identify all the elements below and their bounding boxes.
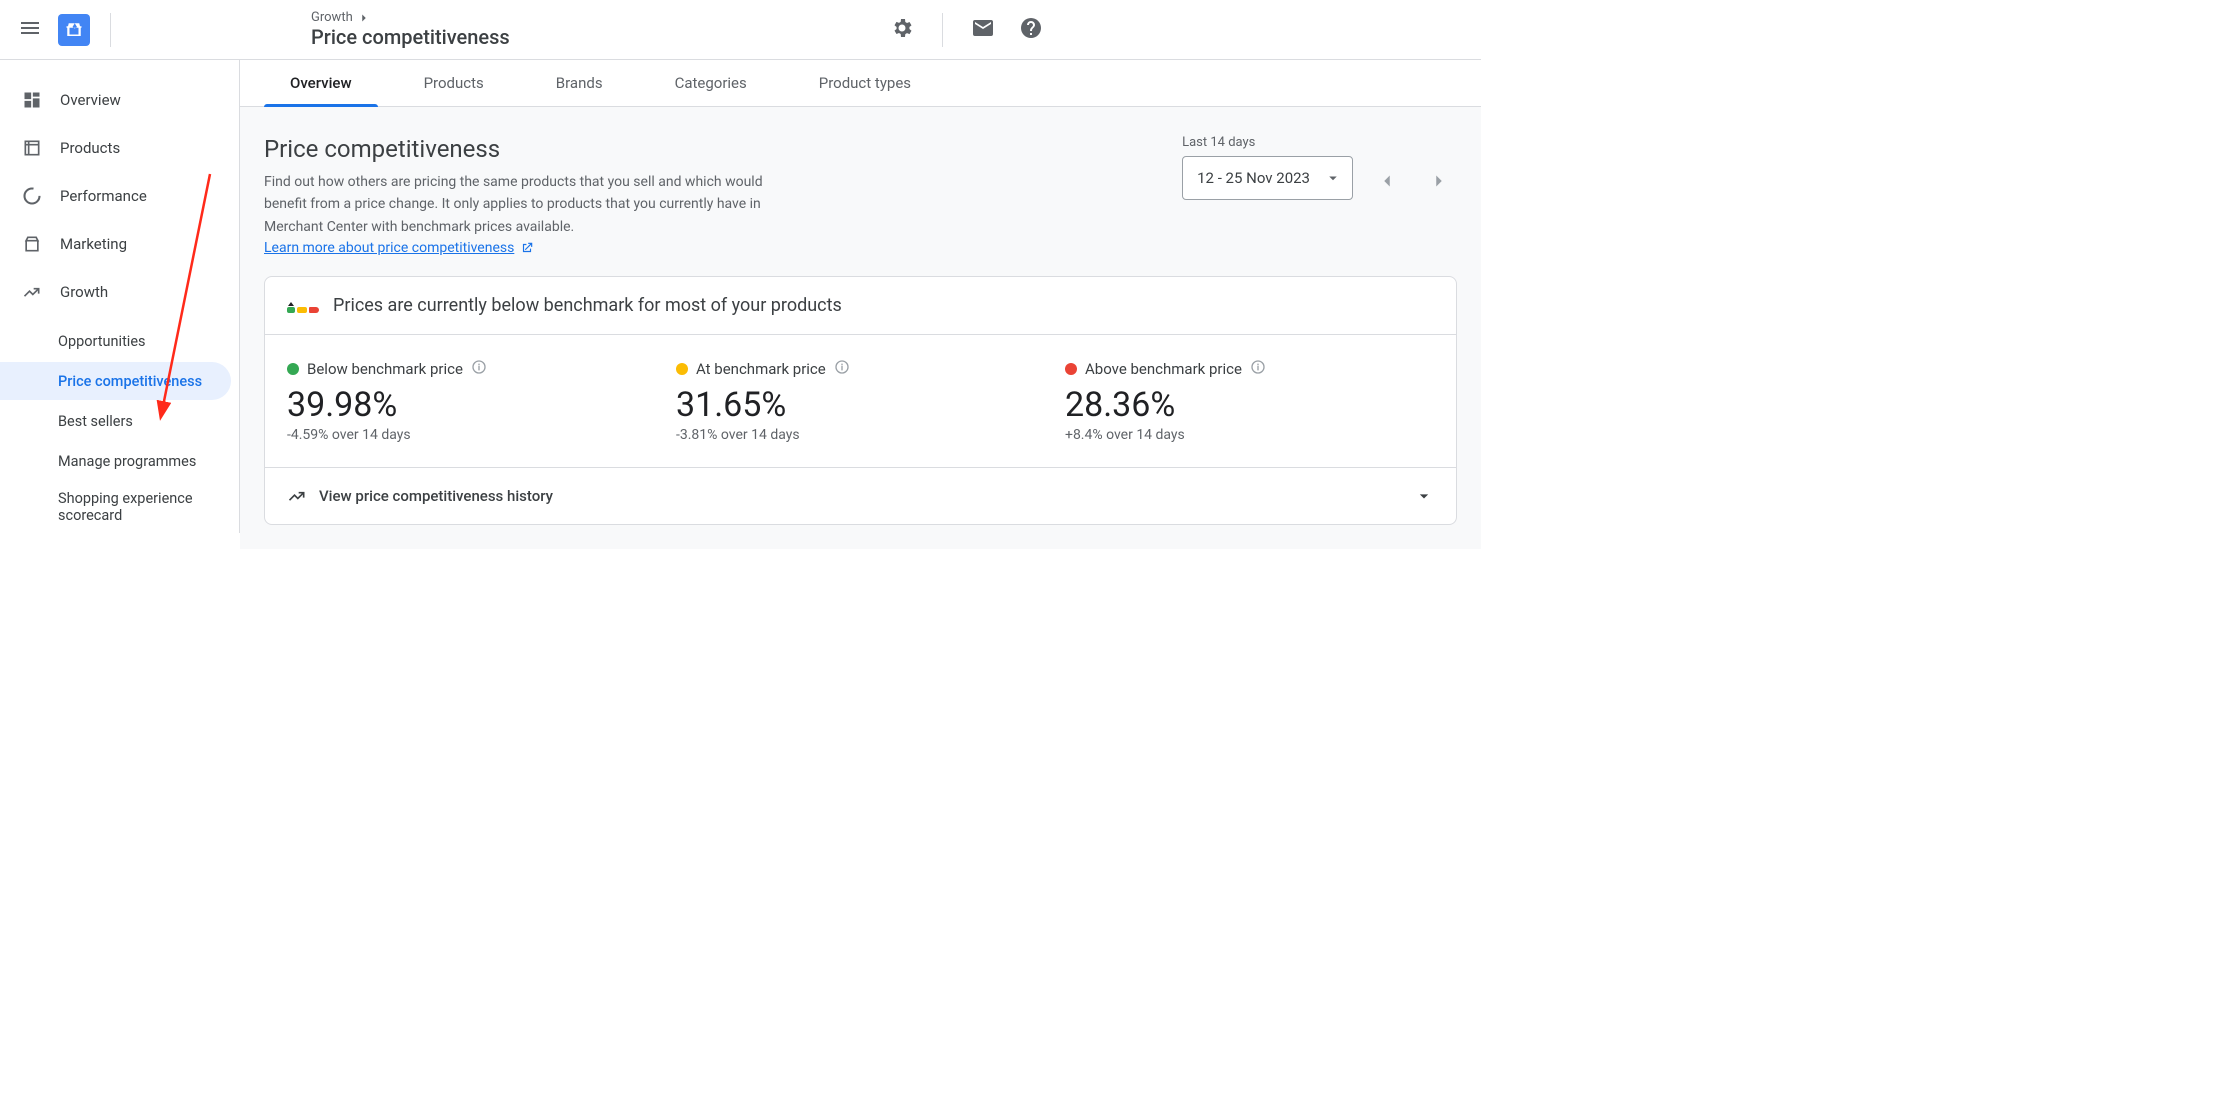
status-dot-red: [1065, 363, 1077, 375]
page-title: Price competitiveness: [264, 135, 784, 163]
info-icon[interactable]: [834, 359, 850, 379]
sidebar-item-label: Performance: [60, 187, 147, 205]
sidebar-item-label: Shopping experience scorecard: [58, 490, 231, 525]
sidebar-item-marketing[interactable]: Marketing: [0, 220, 239, 268]
view-history-toggle[interactable]: View price competitiveness history: [265, 467, 1456, 524]
metric-value: 31.65%: [676, 385, 1045, 425]
sidebar-item-growth[interactable]: Growth: [0, 268, 239, 316]
sidebar-item-label: Growth: [60, 283, 108, 301]
sidebar-item-overview[interactable]: Overview: [0, 76, 239, 124]
sidebar-sub-shopping-scorecard[interactable]: Shopping experience scorecard: [0, 482, 231, 533]
sidebar-item-label: Marketing: [60, 235, 127, 253]
view-history-label: View price competitiveness history: [319, 487, 553, 505]
dropdown-triangle-icon: [1324, 169, 1342, 187]
learn-more-label: Learn more about price competitiveness: [264, 240, 514, 256]
benchmark-headline: Prices are currently below benchmark for…: [333, 295, 842, 316]
date-range-value: 12 - 25 Nov 2023: [1197, 169, 1310, 187]
sidebar-sub-best-sellers[interactable]: Best sellers: [0, 402, 231, 440]
sidebar-item-label: Overview: [60, 91, 121, 109]
status-dot-yellow: [676, 363, 688, 375]
sidebar-item-label: Best sellers: [58, 413, 133, 430]
sidebar-item-label: Products: [60, 139, 120, 157]
sidebar: Overview Products Performance Marketing …: [0, 60, 240, 533]
gear-icon[interactable]: [890, 16, 914, 44]
page-header-title: Price competitiveness: [311, 25, 510, 49]
trend-icon: [287, 486, 307, 506]
benchmark-card: Prices are currently below benchmark for…: [264, 276, 1457, 525]
divider: [110, 13, 111, 47]
breadcrumb: Growth Price competitiveness: [311, 10, 510, 49]
metric-delta: -3.81% over 14 days: [676, 427, 1045, 443]
tab-brands[interactable]: Brands: [530, 60, 629, 106]
breadcrumb-parent[interactable]: Growth: [311, 10, 353, 25]
metric-at-benchmark: At benchmark price 31.65% -3.81% over 14…: [676, 359, 1045, 443]
info-icon[interactable]: [1250, 359, 1266, 379]
tab-categories[interactable]: Categories: [649, 60, 773, 106]
date-range-select[interactable]: 12 - 25 Nov 2023: [1182, 156, 1353, 200]
tab-product-types[interactable]: Product types: [793, 60, 937, 106]
benchmark-indicator-icon: [287, 299, 319, 313]
tab-overview[interactable]: Overview: [264, 60, 378, 106]
metric-label: At benchmark price: [696, 360, 826, 378]
metric-label: Below benchmark price: [307, 360, 463, 378]
chevron-down-icon: [1414, 486, 1434, 506]
sidebar-item-label: Price competitiveness: [58, 373, 202, 390]
learn-more-link[interactable]: Learn more about price competitiveness: [264, 240, 534, 256]
metric-below-benchmark: Below benchmark price 39.98% -4.59% over…: [287, 359, 656, 443]
tab-products[interactable]: Products: [398, 60, 510, 106]
metric-label: Above benchmark price: [1085, 360, 1242, 378]
info-icon[interactable]: [471, 359, 487, 379]
metric-delta: -4.59% over 14 days: [287, 427, 656, 443]
sidebar-item-label: Manage programmes: [58, 453, 196, 470]
merchant-center-logo[interactable]: [58, 14, 90, 46]
sidebar-sub-opportunities[interactable]: Opportunities: [0, 322, 231, 360]
mail-icon[interactable]: [971, 16, 995, 44]
divider: [942, 13, 943, 47]
date-next-button[interactable]: [1421, 159, 1457, 203]
page-description: Find out how others are pricing the same…: [264, 171, 784, 238]
status-dot-green: [287, 363, 299, 375]
sidebar-item-label: Opportunities: [58, 333, 146, 350]
sidebar-sub-manage-programmes[interactable]: Manage programmes: [0, 442, 231, 480]
help-icon[interactable]: [1019, 16, 1043, 44]
sidebar-item-products[interactable]: Products: [0, 124, 239, 172]
sidebar-sub-price-competitiveness[interactable]: Price competitiveness: [0, 362, 231, 400]
metric-delta: +8.4% over 14 days: [1065, 427, 1434, 443]
metric-value: 39.98%: [287, 385, 656, 425]
chevron-right-icon: [357, 11, 371, 25]
content-tabs: Overview Products Brands Categories Prod…: [240, 60, 1481, 107]
date-range-label: Last 14 days: [1182, 135, 1353, 150]
menu-icon[interactable]: [18, 16, 42, 44]
sidebar-item-performance[interactable]: Performance: [0, 172, 239, 220]
date-prev-button[interactable]: [1369, 159, 1405, 203]
metric-value: 28.36%: [1065, 385, 1434, 425]
external-link-icon: [520, 241, 534, 255]
metric-above-benchmark: Above benchmark price 28.36% +8.4% over …: [1065, 359, 1434, 443]
